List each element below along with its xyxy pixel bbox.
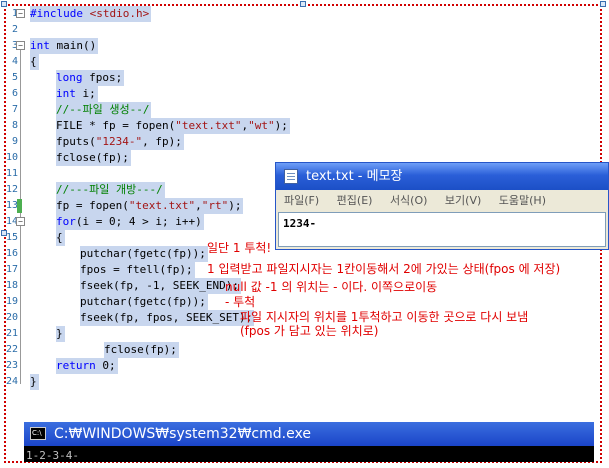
resize-handle[interactable] (1, 230, 7, 236)
cmd-title-bar[interactable]: C:\ C:₩WINDOWS₩system32₩cmd.exe (24, 422, 594, 446)
menu-view[interactable]: 보기(V) (445, 194, 481, 207)
annotation: - 투척 (225, 295, 256, 309)
notepad-icon (284, 169, 298, 184)
resize-handle[interactable] (300, 1, 306, 7)
cmd-title: C:₩WINDOWS₩system32₩cmd.exe (54, 426, 311, 442)
notepad-window[interactable]: text.txt - 메모장 파일(F) 편집(E) 서식(O) 보기(V) 도… (275, 162, 609, 250)
notepad-text-area[interactable]: 1234- (278, 212, 606, 247)
notepad-content: 1234- (283, 217, 317, 230)
cmd-window[interactable]: C:\ C:₩WINDOWS₩system32₩cmd.exe 1-2-3-4- (24, 422, 594, 462)
console-icon: C:\ (30, 427, 46, 440)
notepad-title: text.txt - 메모장 (306, 169, 403, 184)
menu-format[interactable]: 서식(O) (390, 194, 427, 207)
annotation: 파일 지시자의 위치를 1투척하고 이동한 곳으로 다시 보냄 (240, 310, 529, 324)
menu-file[interactable]: 파일(F) (284, 194, 319, 207)
notepad-title-bar[interactable]: text.txt - 메모장 (276, 163, 608, 190)
cmd-output: 1-2-3-4- (26, 449, 79, 462)
menu-help[interactable]: 도움말(H) (499, 194, 546, 207)
notepad-menu-bar: 파일(F) 편집(E) 서식(O) 보기(V) 도움말(H) (276, 190, 608, 211)
annotation: null 값 -1 의 위치는 - 이다. 이쪽으로이동 (225, 280, 438, 294)
annotation: (fpos 가 담고 있는 위치로) (240, 324, 379, 338)
menu-edit[interactable]: 편집(E) (337, 194, 373, 207)
annotation: 1 입력받고 파일지시자는 1칸이동해서 2에 가있는 상태(fpos 에 저장… (207, 262, 561, 276)
resize-handle[interactable] (1, 1, 7, 7)
resize-handle[interactable] (600, 1, 606, 7)
annotation: 일단 1 투척! (207, 241, 272, 255)
